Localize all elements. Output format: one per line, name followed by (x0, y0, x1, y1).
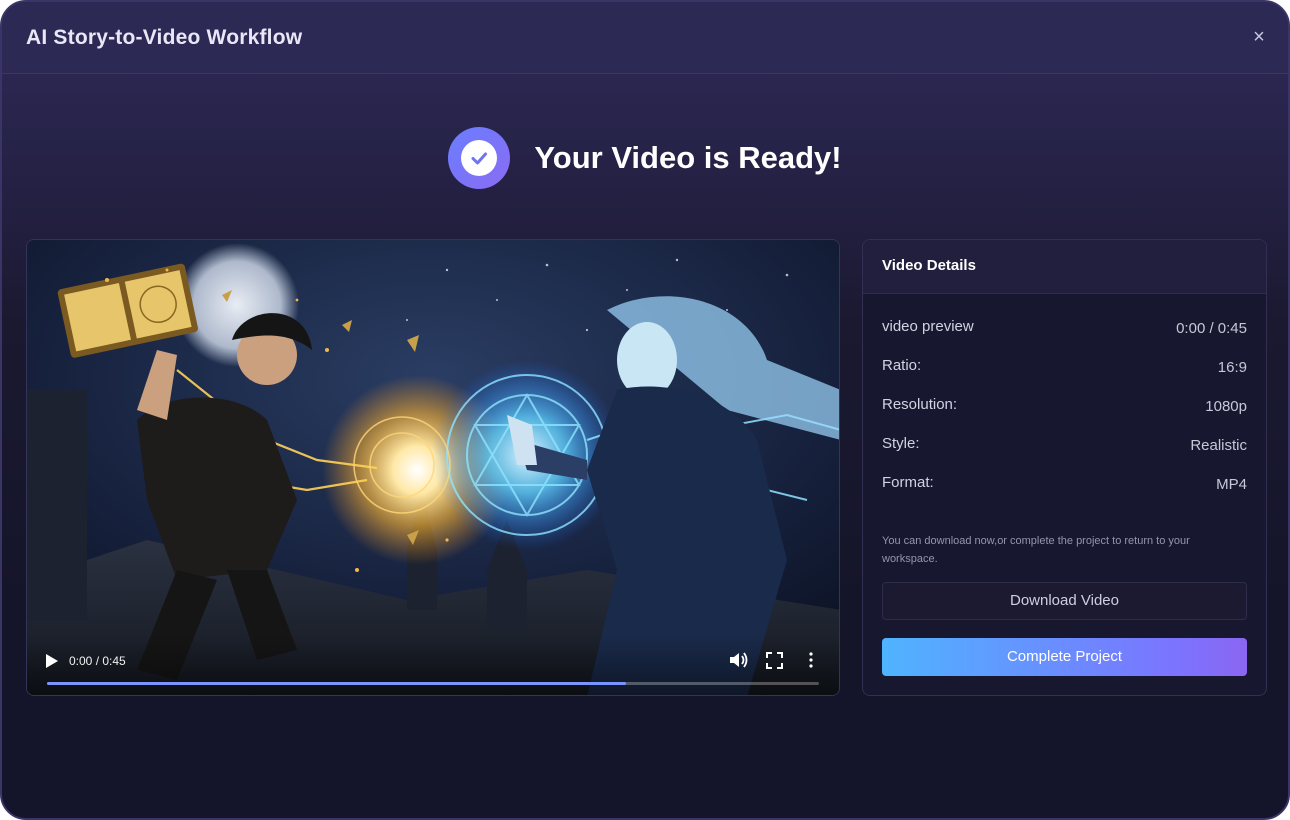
workflow-dialog: AI Story-to-Video Workflow × Your Video … (0, 0, 1290, 820)
ready-headline: Your Video is Ready! (534, 140, 842, 175)
detail-value: 1080p (1205, 398, 1247, 415)
ready-banner: Your Video is Ready! (2, 126, 1288, 190)
details-heading: Video Details (863, 240, 1266, 294)
download-video-button[interactable]: Download Video (882, 582, 1247, 620)
detail-key: Format: (882, 474, 934, 491)
detail-key: Resolution: (882, 396, 958, 413)
detail-key: video preview (882, 318, 974, 335)
check-circle-icon (448, 127, 511, 189)
dialog-header: AI Story-to-Video Workflow × (2, 2, 1288, 74)
detail-key: Style: (882, 435, 920, 452)
fullscreen-icon[interactable] (766, 652, 783, 669)
detail-row-format: Format: MP4 (882, 474, 1247, 494)
video-player[interactable]: 0:00 / 0:45 (26, 239, 840, 696)
detail-value: Realistic (1190, 437, 1247, 454)
detail-row-ratio: Ratio: 16:9 (882, 357, 1247, 377)
progress-fill (47, 682, 626, 685)
more-vertical-icon[interactable] (807, 651, 815, 669)
progress-bar[interactable] (47, 682, 819, 685)
download-note: You can download now,or complete the pro… (882, 535, 1190, 565)
dialog-title: AI Story-to-Video Workflow (26, 26, 303, 49)
play-icon[interactable] (45, 653, 59, 669)
detail-row-style: Style: Realistic (882, 435, 1247, 455)
detail-value: 16:9 (1217, 359, 1247, 376)
detail-row-resolution: Resolution: 1080p (882, 396, 1247, 416)
volume-icon[interactable] (729, 651, 749, 669)
detail-key: Ratio: (882, 357, 922, 374)
detail-value: MP4 (1216, 476, 1247, 493)
player-controls: 0:00 / 0:45 (27, 635, 839, 695)
video-details-panel: Video Details video preview 0:00 / 0:45 … (862, 239, 1267, 696)
detail-row-preview: video preview 0:00 / 0:45 (882, 318, 1247, 338)
complete-project-button[interactable]: Complete Project (882, 638, 1247, 676)
video-frame-image (27, 240, 839, 695)
player-time: 0:00 / 0:45 (69, 654, 126, 668)
close-icon[interactable]: × (1250, 27, 1268, 47)
detail-value: 0:00 / 0:45 (1176, 320, 1247, 337)
